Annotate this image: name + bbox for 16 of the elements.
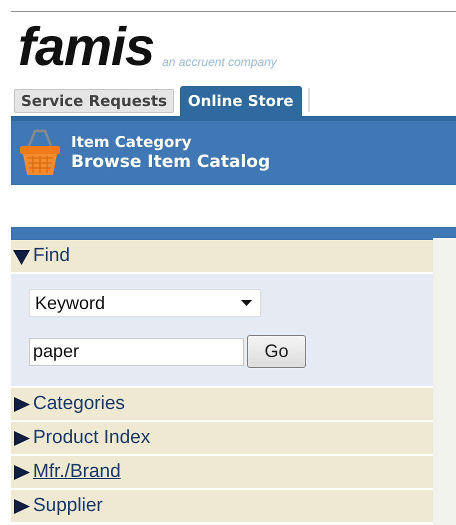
header-title: Browse Item Catalog — [71, 152, 270, 173]
logo-tagline: an accruent company — [162, 55, 277, 69]
header-subtitle: Item Category — [71, 133, 192, 152]
search-field[interactable]: paper — [29, 338, 244, 366]
nav-tab[interactable]: Online Store — [180, 86, 302, 116]
dropdown-caret-icon — [241, 300, 252, 306]
logo-wordmark: famis — [18, 22, 154, 72]
section-header[interactable]: Product Index — [11, 422, 433, 454]
section-header[interactable]: Mfr./Brand — [11, 456, 433, 488]
go-button[interactable]: Go — [247, 335, 306, 368]
basket-icon — [17, 128, 63, 178]
search-type-select[interactable]: Keyword — [29, 289, 261, 317]
section-header[interactable]: Categories — [11, 388, 433, 420]
section-header[interactable]: Find — [11, 240, 433, 272]
section-header[interactable]: Supplier — [11, 490, 433, 522]
nav-tab[interactable]: Service Requests — [14, 89, 174, 113]
